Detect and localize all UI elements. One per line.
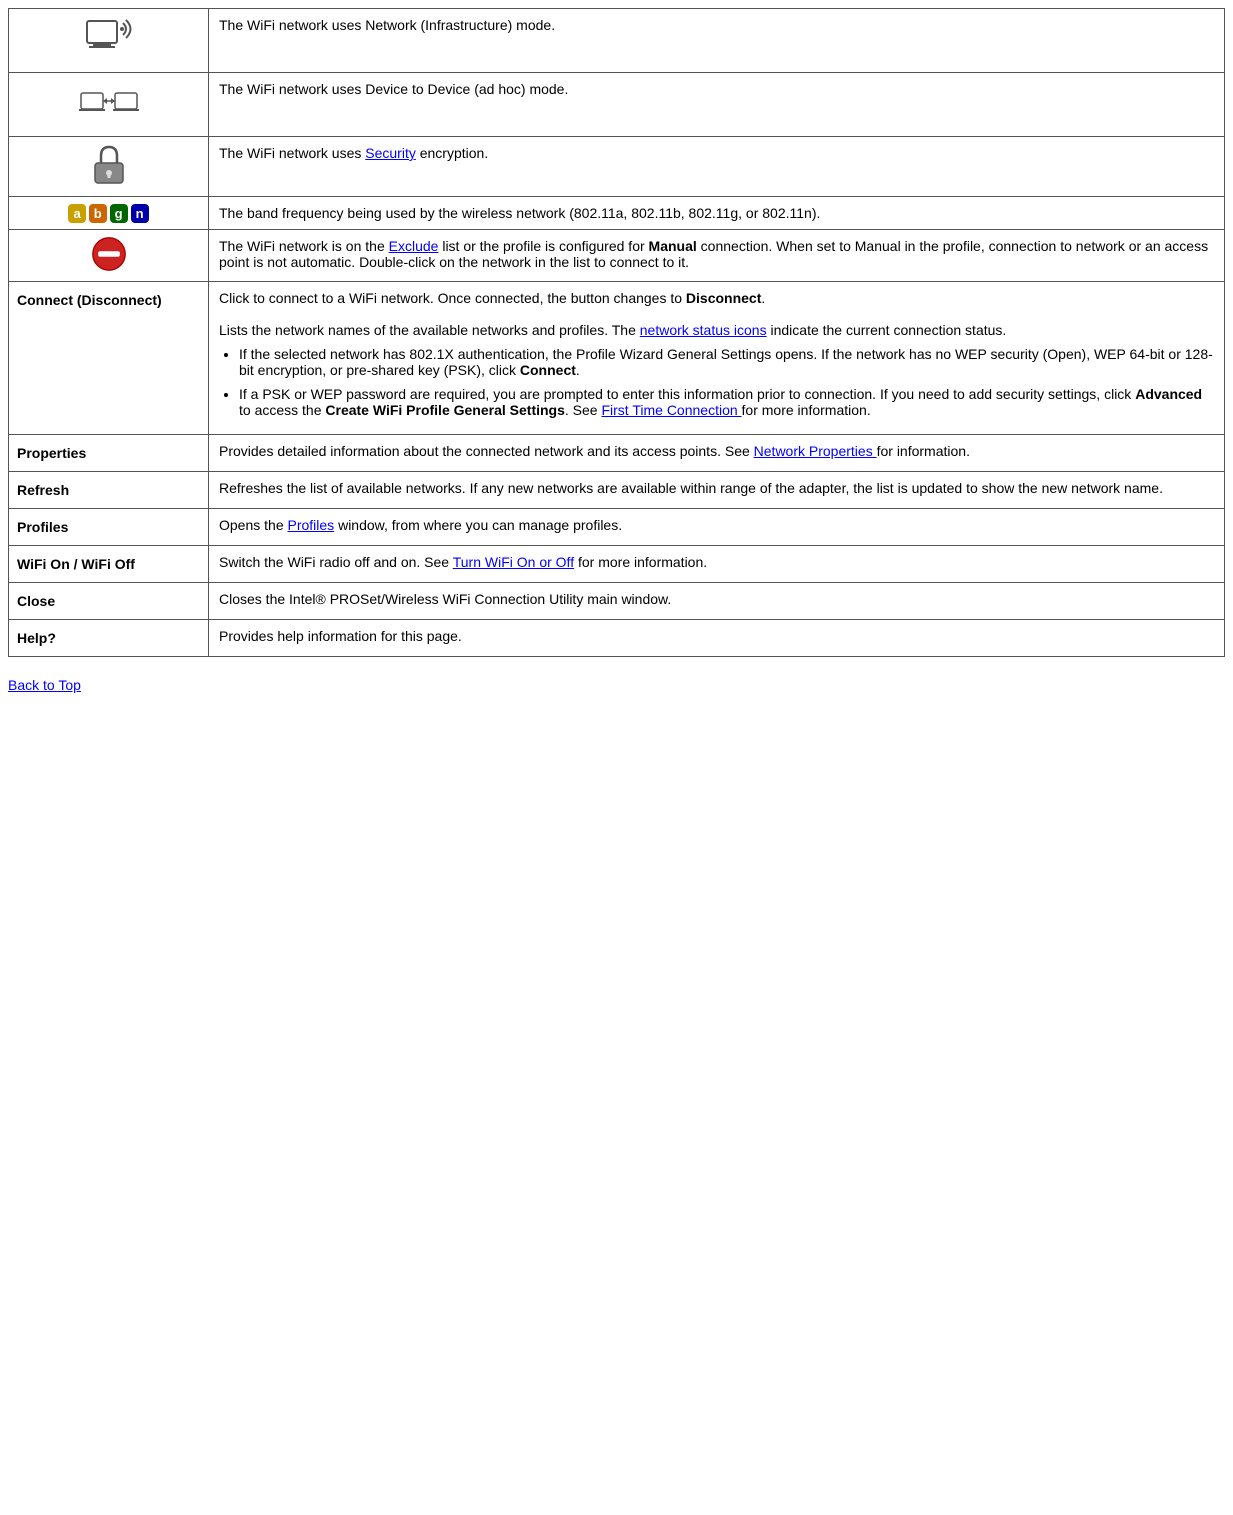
table-row: The WiFi network uses Network (Infrastru… bbox=[9, 9, 1225, 73]
profiles-desc: Opens the Profiles window, from where yo… bbox=[209, 509, 1225, 546]
profiles-label: Profiles bbox=[9, 509, 209, 546]
band-g-label: g bbox=[110, 204, 128, 223]
table-row: a b g n The band frequency being used by… bbox=[9, 197, 1225, 230]
properties-desc: Provides detailed information about the … bbox=[209, 435, 1225, 472]
band-desc: The band frequency being used by the wir… bbox=[209, 197, 1225, 230]
list-item: If a PSK or WEP password are required, y… bbox=[239, 386, 1214, 418]
manual-bold: Manual bbox=[649, 238, 697, 254]
no-entry-icon bbox=[91, 236, 127, 272]
band-n-label: n bbox=[131, 204, 149, 223]
back-to-top-link[interactable]: Back to Top bbox=[8, 677, 81, 693]
close-label: Close bbox=[9, 583, 209, 620]
profiles-link[interactable]: Profiles bbox=[288, 517, 335, 533]
wifi-on-off-label: WiFi On / WiFi Off bbox=[9, 546, 209, 583]
adhoc-icon bbox=[79, 79, 139, 127]
connect-bold: Connect bbox=[520, 362, 576, 378]
table-row: Connect (Disconnect) Click to connect to… bbox=[9, 282, 1225, 435]
connect-label: Connect (Disconnect) bbox=[9, 282, 209, 435]
properties-label: Properties bbox=[9, 435, 209, 472]
security-link[interactable]: Security bbox=[365, 145, 416, 161]
table-row: The WiFi network uses Device to Device (… bbox=[9, 73, 1225, 137]
close-desc: Closes the Intel® PROSet/Wireless WiFi C… bbox=[209, 583, 1225, 620]
connect-para2: Lists the network names of the available… bbox=[219, 322, 1214, 338]
band-b-label: b bbox=[89, 204, 107, 223]
exclude-icon-cell bbox=[9, 230, 209, 282]
refresh-desc: Refreshes the list of available networks… bbox=[209, 472, 1225, 509]
security-desc: The WiFi network uses Security encryptio… bbox=[209, 137, 1225, 197]
band-a-label: a bbox=[68, 204, 85, 223]
back-to-top-container: Back to Top bbox=[8, 677, 1225, 693]
table-row: WiFi On / WiFi Off Switch the WiFi radio… bbox=[9, 546, 1225, 583]
help-label: Help? bbox=[9, 620, 209, 657]
refresh-label: Refresh bbox=[9, 472, 209, 509]
connect-bullets: If the selected network has 802.1X authe… bbox=[239, 346, 1214, 418]
table-row: Profiles Opens the Profiles window, from… bbox=[9, 509, 1225, 546]
connect-para1: Click to connect to a WiFi network. Once… bbox=[219, 290, 1214, 306]
security-icon-cell bbox=[9, 137, 209, 197]
network-status-icons-link[interactable]: network status icons bbox=[640, 322, 767, 338]
disconnect-bold: Disconnect bbox=[686, 290, 761, 306]
advanced-bold: Advanced bbox=[1135, 386, 1202, 402]
adhoc-desc: The WiFi network uses Device to Device (… bbox=[209, 73, 1225, 137]
table-row: Close Closes the Intel® PROSet/Wireless … bbox=[9, 583, 1225, 620]
table-row: The WiFi network is on the Exclude list … bbox=[9, 230, 1225, 282]
adhoc-icon-cell bbox=[9, 73, 209, 137]
network-properties-link[interactable]: Network Properties bbox=[754, 443, 877, 459]
infrastructure-icon-cell bbox=[9, 9, 209, 73]
help-desc: Provides help information for this page. bbox=[209, 620, 1225, 657]
table-row: Properties Provides detailed information… bbox=[9, 435, 1225, 472]
create-wifi-bold: Create WiFi Profile General Settings bbox=[325, 402, 565, 418]
lock-icon bbox=[89, 143, 129, 187]
exclude-desc: The WiFi network is on the Exclude list … bbox=[209, 230, 1225, 282]
table-row: Refresh Refreshes the list of available … bbox=[9, 472, 1225, 509]
main-table: The WiFi network uses Network (Infrastru… bbox=[8, 8, 1225, 657]
band-icon-cell: a b g n bbox=[9, 197, 209, 230]
infrastructure-icon bbox=[79, 15, 139, 63]
wifi-on-off-desc: Switch the WiFi radio off and on. See Tu… bbox=[209, 546, 1225, 583]
exclude-link[interactable]: Exclude bbox=[389, 238, 439, 254]
infrastructure-desc: The WiFi network uses Network (Infrastru… bbox=[209, 9, 1225, 73]
first-time-connection-link[interactable]: First Time Connection bbox=[601, 402, 741, 418]
band-icon: a b g n bbox=[68, 204, 148, 223]
table-row: The WiFi network uses Security encryptio… bbox=[9, 137, 1225, 197]
list-item: If the selected network has 802.1X authe… bbox=[239, 346, 1214, 378]
connect-desc: Click to connect to a WiFi network. Once… bbox=[209, 282, 1225, 435]
turn-wifi-link[interactable]: Turn WiFi On or Off bbox=[453, 554, 574, 570]
table-row: Help? Provides help information for this… bbox=[9, 620, 1225, 657]
